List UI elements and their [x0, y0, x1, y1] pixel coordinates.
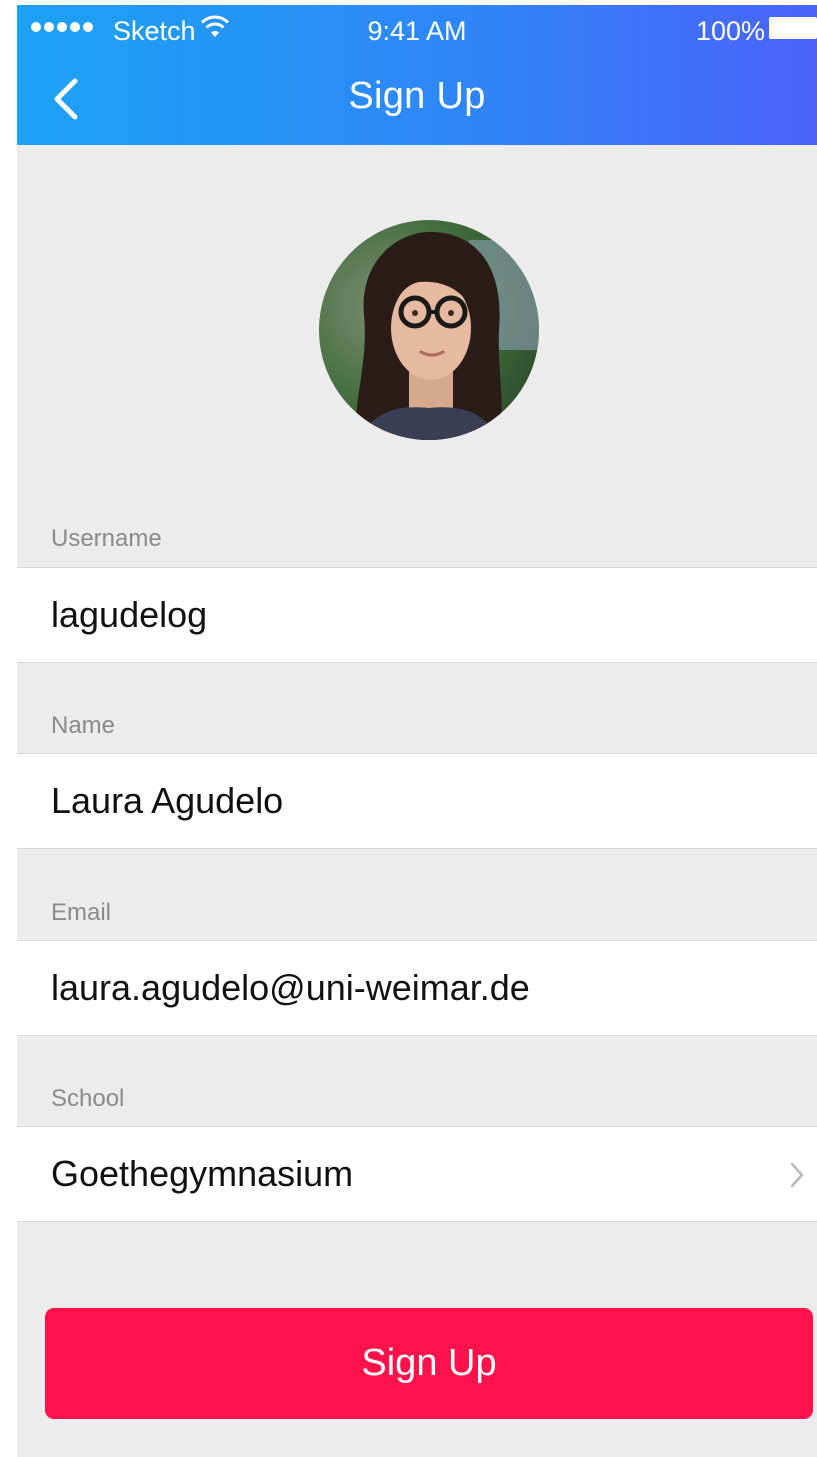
- sign-up-screen: Sketch 9:41 AM 100% Sign Up Username lag…: [17, 5, 817, 1457]
- email-label: Email: [51, 899, 112, 926]
- school-select[interactable]: Goethegymnasium: [17, 1126, 817, 1222]
- name-field[interactable]: Laura Agudelo: [17, 753, 817, 849]
- battery-icon: [769, 17, 817, 39]
- email-value: laura.agudelo@uni-weimar.de: [51, 967, 530, 1008]
- navigation-bar: Sign Up: [17, 53, 817, 145]
- school-label: School: [51, 1085, 125, 1112]
- avatar-photo: [319, 220, 539, 440]
- status-bar: Sketch 9:41 AM 100%: [17, 5, 817, 53]
- battery-percentage: 100%: [695, 16, 765, 46]
- header: Sketch 9:41 AM 100% Sign Up: [17, 5, 817, 145]
- username-field[interactable]: lagudelog: [17, 567, 817, 663]
- avatar[interactable]: [319, 220, 539, 440]
- email-field[interactable]: laura.agudelo@uni-weimar.de: [17, 940, 817, 1036]
- chevron-right-icon: [790, 1162, 804, 1188]
- username-value: lagudelog: [51, 594, 208, 635]
- name-label: Name: [51, 712, 116, 739]
- school-value: Goethegymnasium: [51, 1153, 354, 1194]
- name-value: Laura Agudelo: [51, 780, 284, 821]
- username-label: Username: [51, 525, 162, 552]
- page-title: Sign Up: [348, 75, 486, 117]
- sign-up-button[interactable]: Sign Up: [45, 1308, 813, 1419]
